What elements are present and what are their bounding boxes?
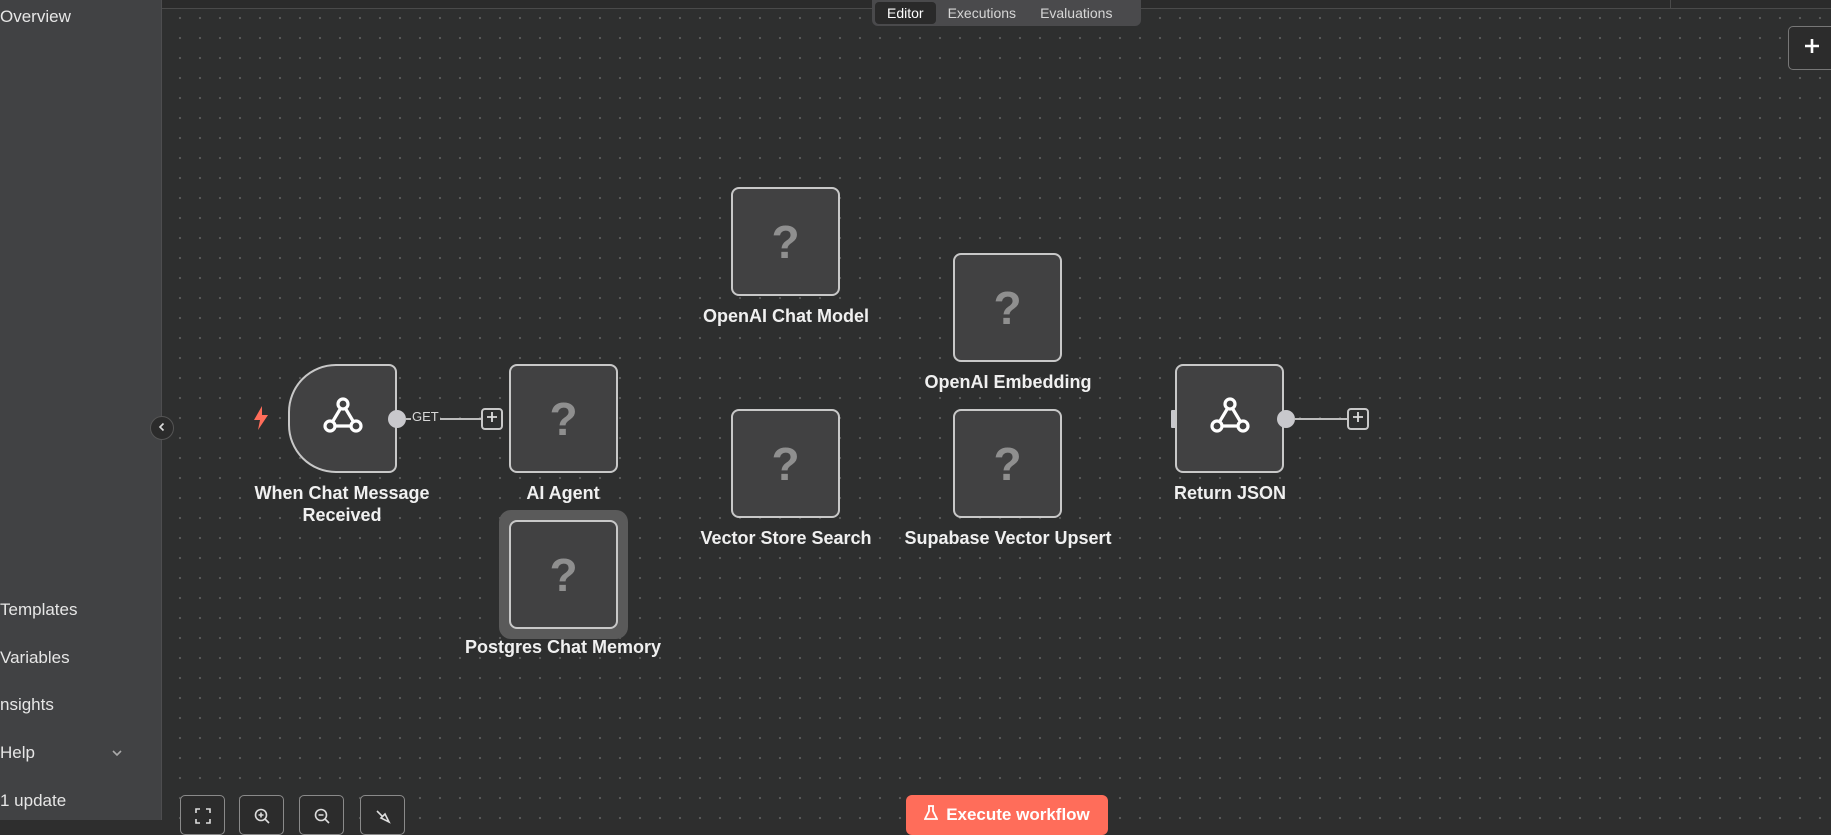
sidebar-item-label: Help	[0, 743, 35, 762]
node-label-openai-chat-model: OpenAI Chat Model	[703, 306, 869, 326]
add-node-button[interactable]	[1788, 26, 1831, 70]
question-icon: ?	[993, 281, 1022, 334]
node-label-ai-agent: AI Agent	[526, 483, 600, 503]
view-tabs: Editor Executions Evaluations	[872, 0, 1141, 26]
sidebar-item-label: Templates	[0, 600, 78, 619]
sidebar-item-insights[interactable]: nsights	[0, 695, 54, 715]
sidebar-item-overview[interactable]: Overview	[0, 7, 71, 27]
add-connection-button[interactable]	[481, 408, 503, 430]
zoom-out-icon	[314, 808, 330, 829]
node-label-line: Received	[302, 505, 382, 525]
node-label-line: When Chat Message	[254, 483, 430, 503]
zoom-to-fit-button[interactable]	[180, 795, 225, 835]
chevron-left-icon	[157, 419, 167, 437]
node-label-return-json: Return JSON	[1173, 483, 1287, 503]
node-label-postgres-chat-memory: Postgres Chat Memory	[464, 637, 662, 657]
sidebar-item-label: Variables	[0, 648, 70, 667]
chevron-down-icon	[110, 745, 124, 765]
question-icon: ?	[771, 437, 800, 490]
execute-workflow-label: Execute workflow	[946, 805, 1090, 824]
sidebar-item-templates[interactable]: Templates	[0, 600, 77, 620]
execute-workflow-button[interactable]: Execute workflow	[906, 795, 1108, 835]
node-return-json[interactable]	[1175, 364, 1284, 473]
node-supabase-vector-upsert[interactable]: ?	[953, 409, 1062, 518]
node-label-vector-store-search: Vector Store Search	[700, 528, 872, 548]
node-postgres-chat-memory[interactable]: ?	[509, 520, 618, 629]
sidebar: Overview Templates Variables nsights Hel…	[0, 0, 162, 820]
top-bar-divider	[1670, 0, 1671, 8]
question-icon: ?	[993, 437, 1022, 490]
output-handle[interactable]	[1277, 410, 1295, 428]
sidebar-item-label: 1 update	[0, 791, 67, 810]
node-ai-agent[interactable]: ?	[509, 364, 618, 473]
sidebar-item-help[interactable]: Help	[0, 743, 125, 763]
add-connection-button[interactable]	[1347, 408, 1369, 430]
webhook-icon	[1206, 392, 1254, 445]
question-icon: ?	[549, 548, 578, 601]
flask-icon	[923, 805, 939, 826]
node-label-when-chat-message-received: When Chat Message Received	[241, 482, 443, 526]
sidebar-item-update[interactable]: 1 update	[0, 791, 66, 811]
node-vector-store-search[interactable]: ?	[731, 409, 840, 518]
sidebar-item-label: nsights	[0, 695, 54, 714]
collapse-sidebar-button[interactable]	[150, 416, 174, 440]
zoom-in-icon	[254, 808, 270, 829]
question-icon: ?	[771, 215, 800, 268]
node-when-chat-message-received[interactable]	[288, 364, 397, 473]
output-handle[interactable]	[388, 410, 406, 428]
sidebar-item-variables[interactable]: Variables	[0, 648, 70, 668]
tidy-up-button[interactable]	[360, 795, 405, 835]
tab-evaluations[interactable]: Evaluations	[1028, 2, 1124, 24]
fit-view-icon	[194, 808, 211, 829]
tab-executions[interactable]: Executions	[936, 2, 1028, 24]
zoom-out-button[interactable]	[299, 795, 344, 835]
tab-editor[interactable]: Editor	[875, 2, 936, 24]
broom-icon	[375, 808, 391, 829]
node-label-openai-embedding: OpenAI Embedding	[924, 372, 1092, 392]
zoom-in-button[interactable]	[239, 795, 284, 835]
node-openai-chat-model[interactable]: ?	[731, 187, 840, 296]
connection-method-label: GET	[411, 409, 440, 424]
plus-icon	[486, 410, 498, 428]
plus-icon	[1352, 410, 1364, 428]
node-label-supabase-vector-upsert: Supabase Vector Upsert	[904, 528, 1112, 548]
node-openai-embedding[interactable]: ?	[953, 253, 1062, 362]
sidebar-item-label: Overview	[0, 7, 71, 26]
connection-line	[1294, 418, 1347, 420]
webhook-icon	[319, 392, 367, 445]
trigger-bolt-icon	[252, 405, 270, 436]
question-icon: ?	[549, 392, 578, 445]
plus-icon	[1802, 36, 1822, 61]
